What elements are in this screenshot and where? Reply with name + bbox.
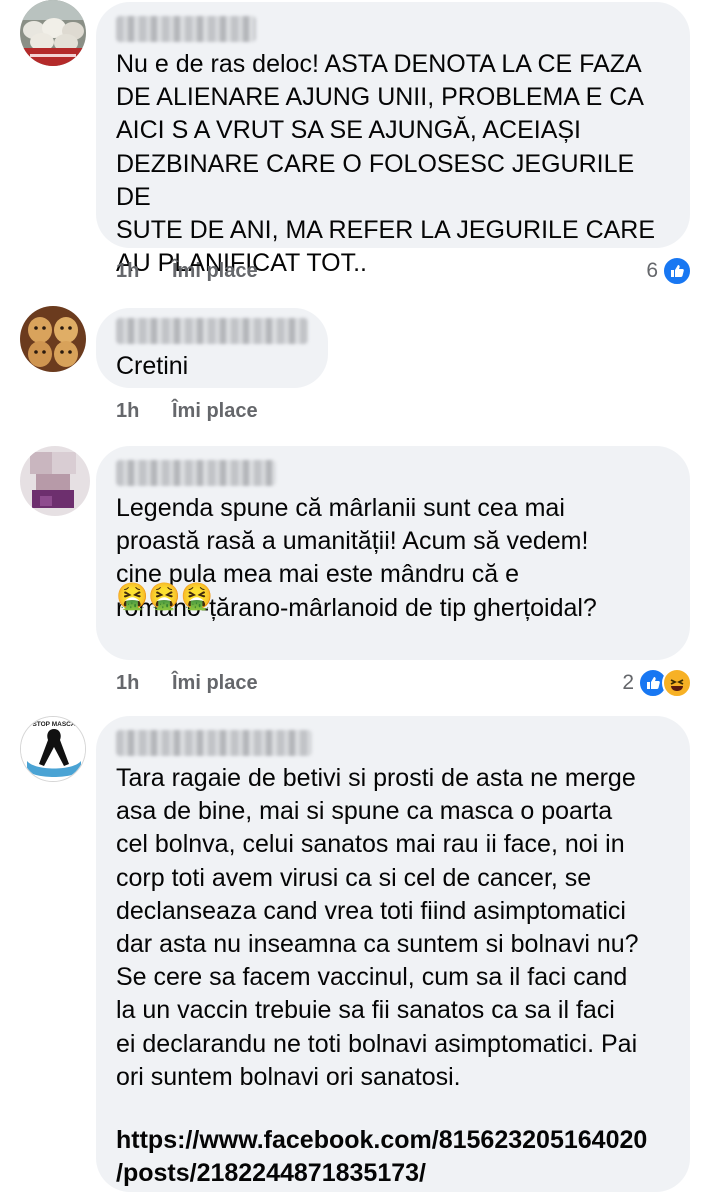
like-button[interactable]: Îmi place (172, 400, 258, 423)
reaction-summary[interactable]: 6 (646, 256, 692, 286)
avatar[interactable] (20, 306, 86, 372)
avatar-text: STOP MASCA (32, 721, 75, 728)
vomit-emoji: 🤮🤮🤮 (116, 581, 214, 611)
sheep-photo-icon (20, 0, 86, 66)
avatar[interactable]: STOP MASCA (20, 716, 86, 782)
comment-bubble: Legenda spune că mârlanii sunt cea mai p… (96, 446, 690, 660)
comment-time[interactable]: 1h (116, 260, 172, 283)
post-link[interactable]: https://www.facebook.com/815623205164020… (116, 1124, 670, 1190)
comment-text: Nu e de ras deloc! ASTA DENOTA LA CE FAZ… (116, 50, 656, 278)
comment-actions: 1h Îmi place (116, 668, 258, 698)
like-button[interactable]: Îmi place (172, 260, 258, 283)
comment-bubble: Tara ragaie de betivi si prosti de asta … (96, 716, 690, 1192)
avatar[interactable] (20, 446, 90, 516)
reaction-count: 6 (646, 259, 658, 282)
comment-text: Tara ragaie de betivi si prosti de asta … (116, 764, 639, 1091)
comment-bubble: Cretini (96, 308, 328, 388)
author-name-blurred[interactable] (116, 16, 256, 42)
author-name-blurred[interactable] (116, 318, 308, 344)
author-name-blurred[interactable] (116, 460, 276, 486)
comment-actions: 1h Îmi place (116, 256, 258, 286)
comment-time[interactable]: 1h (116, 672, 172, 695)
stop-masca-ribbon-icon: STOP MASCA (21, 717, 85, 781)
blurred-avatar-icon (20, 446, 90, 516)
comment-text: Cretini (116, 352, 189, 380)
avatar[interactable] (20, 0, 86, 66)
reaction-summary[interactable]: 2 (622, 668, 692, 698)
comment-time[interactable]: 1h (116, 400, 172, 423)
like-icon (662, 256, 692, 286)
author-name-blurred[interactable] (116, 730, 312, 756)
dogs-photo-icon (20, 306, 86, 372)
comment-actions: 1h Îmi place (116, 396, 258, 426)
comment-bubble: Nu e de ras deloc! ASTA DENOTA LA CE FAZ… (96, 2, 690, 277)
reaction-count: 2 (622, 671, 634, 694)
haha-icon (662, 668, 692, 698)
like-button[interactable]: Îmi place (172, 672, 258, 695)
